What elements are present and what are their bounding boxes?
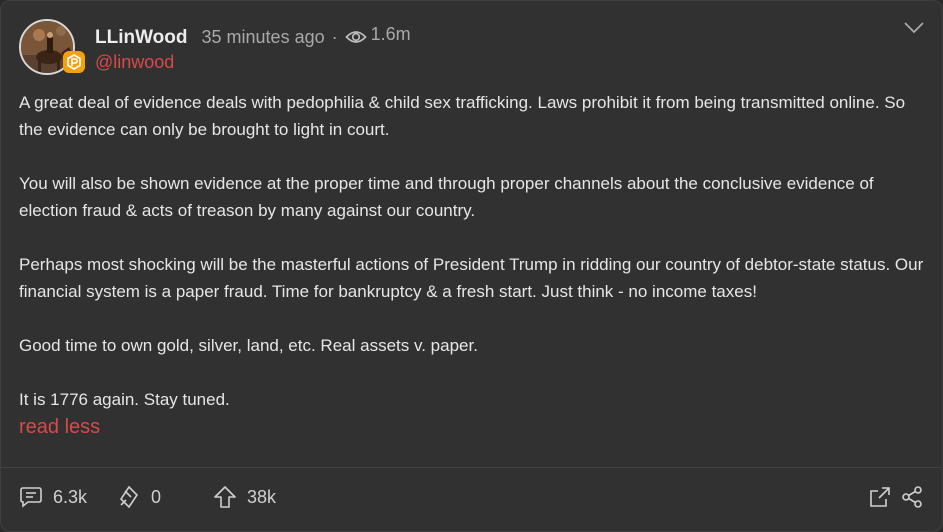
post-timestamp: 35 minutes ago	[201, 26, 325, 47]
footer-actions	[868, 485, 924, 509]
post-paragraph: Perhaps most shocking will be the master…	[19, 255, 924, 301]
post-paragraph: Good time to own gold, silver, land, etc…	[19, 336, 478, 355]
comment-button[interactable]: 6.3k	[19, 485, 87, 509]
author-handle[interactable]: @linwood	[95, 52, 174, 73]
verified-p-badge-icon	[63, 51, 85, 73]
post-header: LLinWood 35 minutes ago · 1.6m @linwood	[19, 19, 924, 79]
echo-count: 0	[151, 486, 162, 507]
read-less-link[interactable]: read less	[19, 413, 100, 441]
upvote-count: 38k	[247, 486, 277, 507]
post-footer: 6.3k 0 38k	[19, 479, 924, 517]
post-card: LLinWood 35 minutes ago · 1.6m @linwood …	[0, 0, 943, 532]
post-paragraph: It is 1776 again. Stay tuned.	[19, 390, 230, 409]
share-icon[interactable]	[900, 485, 924, 509]
post-paragraph: A great deal of evidence deals with pedo…	[19, 93, 906, 139]
upvote-button[interactable]: 38k	[213, 485, 276, 509]
eye-icon	[344, 30, 367, 43]
author-display-name[interactable]: LLinWood	[95, 27, 188, 49]
comment-count: 6.3k	[53, 486, 88, 507]
view-count-value: 1.6m	[370, 24, 411, 44]
meta-separator: ·	[331, 26, 338, 47]
comment-icon	[20, 487, 42, 508]
post-paragraph: You will also be shown evidence at the p…	[19, 174, 874, 220]
footer-divider	[1, 467, 942, 468]
echo-button[interactable]: 0	[117, 485, 161, 509]
chevron-down-icon[interactable]	[904, 21, 924, 40]
upvote-icon	[214, 486, 236, 508]
echo-icon	[119, 485, 139, 509]
post-body: A great deal of evidence deals with pedo…	[19, 89, 929, 441]
author-meta-row: LLinWood 35 minutes ago · 1.6m	[95, 24, 411, 49]
view-count: 1.6m	[344, 24, 411, 45]
external-link-icon[interactable]	[868, 485, 892, 509]
